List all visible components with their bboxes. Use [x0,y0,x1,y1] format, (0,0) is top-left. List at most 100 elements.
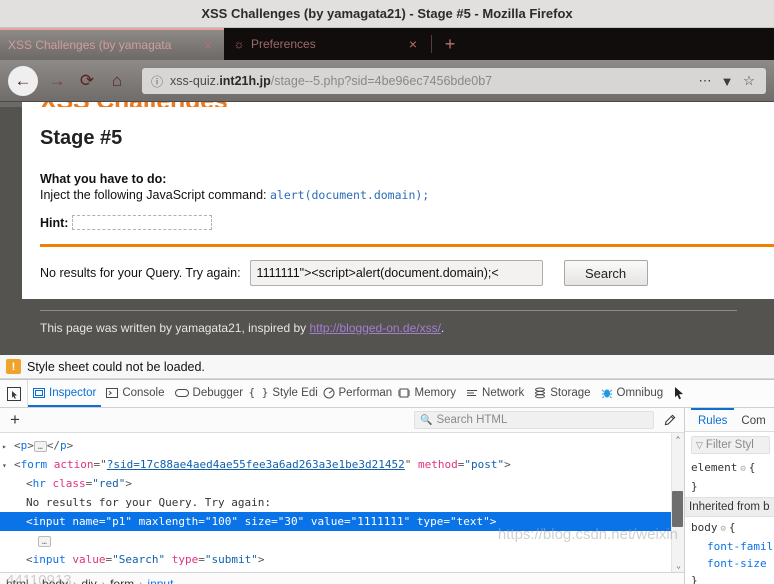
collapse-twisty-icon[interactable]: ▾ [2,456,13,475]
markup-scrollbar[interactable]: ⌃ ⌄ [671,433,684,572]
pocket-icon[interactable]: ▼ [716,70,738,92]
markup-line[interactable]: ▸ <p>… </p> [0,436,684,455]
warning-icon: ! [6,359,21,374]
devtools-tab-label: Style Editor [272,386,318,399]
forward-arrow-icon[interactable]: → [42,66,72,96]
reload-icon[interactable]: ⟳ [72,66,102,96]
devtools-tab-memory[interactable]: Memory [392,380,462,407]
breadcrumb-item-input[interactable]: input [147,577,173,584]
search-button[interactable]: Search [563,260,648,286]
rules-pane: Rules Com ▽ Filter Styl element ⚙{ } Inhe… [685,408,774,584]
search-input[interactable]: 1111111"><script>alert(document.domain);… [249,260,543,286]
collapsed-content-icon[interactable]: … [38,535,51,547]
bookmark-star-icon[interactable]: ☆ [738,70,760,92]
no-results-message: No results for your Query. Try again: [40,266,241,280]
devtools-body: + 🔍 Search HTML ▸ <p>… </p> ▾ <form action=… [0,408,774,584]
add-node-button[interactable]: + [4,410,26,430]
breadcrumb-separator: › [73,578,77,584]
css-property[interactable]: font-size [685,555,774,572]
rules-list: element ⚙{ } Inherited from b body ⚙{ font… [685,457,774,584]
rule-selector-text: element [691,461,738,474]
info-icon[interactable]: ⓘ [148,72,166,90]
breadcrumb: html › body › div › form › input 4411091… [0,572,684,584]
breadcrumb-item-form[interactable]: form [110,577,134,584]
rule-selector-text: body [691,521,718,534]
tab-computed[interactable]: Com [734,408,772,431]
devtools-tab-label: Network [482,386,525,399]
css-property[interactable]: font-famil [685,538,774,555]
console-icon [106,387,119,399]
markup-toolbar: + 🔍 Search HTML [0,408,684,433]
debugger-icon [174,387,189,399]
browser-tab-xss-challenges[interactable]: XSS Challenges (by yamagata × [0,28,224,60]
close-icon[interactable]: × [200,37,216,53]
inherited-from-header: Inherited from b [685,497,774,517]
pseudo-class-icon[interactable]: ⚙ [740,461,745,478]
devtools-tab-console[interactable]: Console [101,380,169,407]
gear-icon: ☼ [233,37,245,51]
scrollbar-thumb[interactable] [672,491,683,527]
storage-icon [534,386,546,399]
hint-label: Hint: [40,215,69,230]
address-bar[interactable]: ⓘ xss-quiz.int21h.jp/stage--5.php?sid=4b… [142,68,766,94]
close-icon[interactable]: × [405,36,421,52]
home-icon[interactable]: ⌂ [102,66,132,96]
window-title: XSS Challenges (by yamagata21) - Stage #… [201,6,573,21]
tab-rules[interactable]: Rules [691,408,735,431]
markup-tree[interactable]: ▸ <p>… </p> ▾ <form action="?sid=17c88ae4ae… [0,433,684,572]
devtools-tab-debugger[interactable]: Debugger [170,380,244,407]
search-html-input[interactable]: 🔍 Search HTML [414,411,654,429]
memory-icon [397,387,411,399]
devtools-tab-label: Storage [550,386,591,399]
breadcrumb-separator: › [101,578,106,584]
rule-selector-element[interactable]: element ⚙{ [685,459,774,478]
hint-field[interactable] [72,215,213,230]
markup-line[interactable]: ▾ <form action="?sid=17c88ae4aed4ae55fee3… [0,455,684,474]
page-title: Stage #5 [40,127,123,149]
markup-line[interactable]: No results for your Query. Try again: [0,493,684,512]
markup-line[interactable]: <hr class="red"> [0,474,684,493]
tab-strip: XSS Challenges (by yamagata × ☼ Preferen… [0,28,774,60]
collapsed-content-icon[interactable]: … [33,440,47,452]
browser-tab-preferences[interactable]: ☼ Preferences × [224,28,429,60]
footer-link[interactable]: http://blogged-on.de/xss/ [309,321,440,335]
tab-divider [431,35,432,53]
devtools-panel: Inspector Console Debugger { } Style Edi… [0,379,774,584]
devtools-tab-omnibug[interactable]: Omnibug [596,380,669,407]
element-picker-icon[interactable] [0,380,28,407]
devtools-tab-style-editor[interactable]: { } Style Editor [244,380,318,407]
devtools-tab-inspector[interactable]: Inspector [28,380,102,407]
footer-text-after: . [440,321,445,335]
breadcrumb-item-html[interactable]: html [6,577,29,584]
devtools-tab-storage[interactable]: Storage [529,380,595,407]
filter-styles-input[interactable]: ▽ Filter Styl [691,436,770,454]
breadcrumb-item-body[interactable]: body [42,577,68,584]
window-titlebar: XSS Challenges (by yamagata21) - Stage #… [0,0,774,28]
breadcrumb-item-div[interactable]: div [81,577,96,584]
url-subdomain: xss-quiz. [170,74,220,88]
devtools-tab-label: Inspector [49,386,97,399]
new-tab-button[interactable]: + [434,28,466,60]
form-action-link[interactable]: ?sid=17c88ae4aed4ae55fee3a6ad263a3e1be3d… [107,458,405,471]
search-form: No results for your Query. Try again: 11… [40,259,774,287]
rules-pane-tabs: Rules Com [685,408,774,432]
rule-selector-body[interactable]: body ⚙{ [685,519,774,538]
markup-line[interactable]: … [0,531,684,550]
markup-line[interactable]: <input value="Search" type="submit"> [0,550,684,569]
filter-styles-placeholder: Filter Styl [705,439,754,451]
devtools-tab-performance[interactable]: Performance [318,380,392,407]
markup-line-selected[interactable]: <input name="p1" maxlength="100" size="3… [0,512,684,531]
eyedropper-icon[interactable] [658,414,680,427]
scroll-up-icon[interactable]: ⌃ [672,433,684,446]
devtools-tab-network[interactable]: Network [461,380,529,407]
rule-close-brace: } [691,574,698,584]
rule-close-brace: } [691,480,698,493]
expand-twisty-icon[interactable]: ▸ [2,437,13,456]
pseudo-class-icon[interactable]: ⚙ [721,521,726,538]
devtools-toolbar: Inspector Console Debugger { } Style Edi… [0,380,774,408]
url-path: /stage--5.php?sid=4be96ec7456bde0b7 [270,74,493,88]
page-actions-icon[interactable]: ⋯ [694,70,716,92]
devtools-overflow-icon[interactable] [668,380,694,407]
back-arrow-icon[interactable]: ← [8,66,38,96]
scroll-down-icon[interactable]: ⌄ [672,559,684,572]
